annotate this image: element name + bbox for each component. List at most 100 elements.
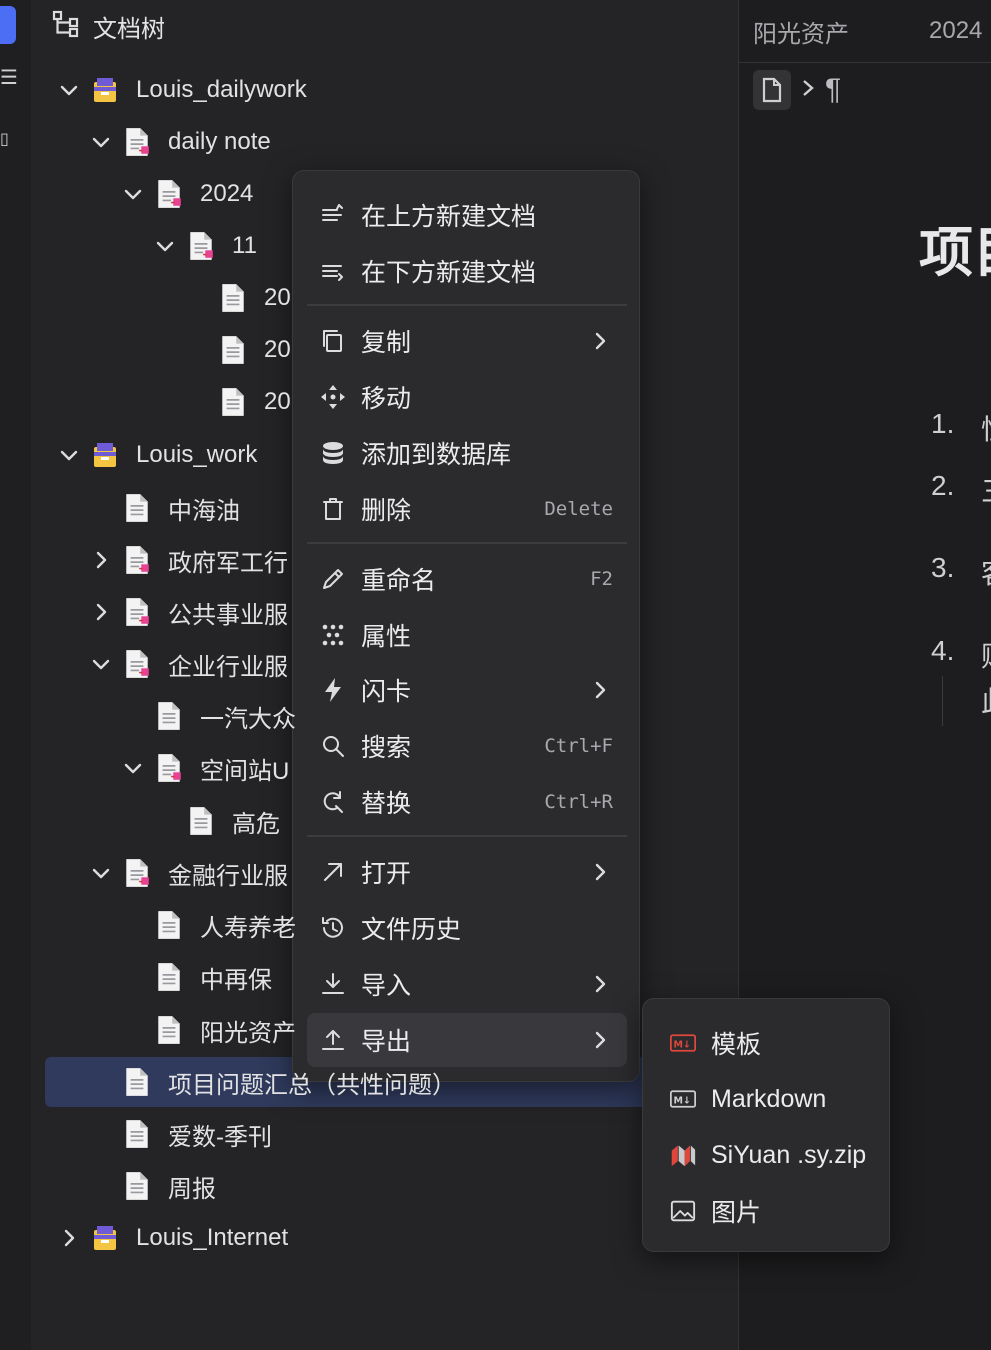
doc-icon[interactable] [218,335,248,365]
export-item-label: 模板 [711,1031,762,1059]
doc-folder-icon[interactable] [122,545,152,575]
tree-row-label: 20 [264,284,291,311]
chevron-right-icon[interactable] [54,1223,84,1253]
menu-item-label: 重命名 [361,567,437,595]
chevron-down-icon[interactable] [86,858,116,888]
menu-item-insert-below[interactable]: 在下方新建文档 [307,244,627,298]
menu-item-export[interactable]: 导出 [307,1013,627,1067]
doc-folder-icon[interactable] [122,649,152,679]
chevron-down-icon[interactable] [54,440,84,470]
doc-folder-icon[interactable] [154,179,184,209]
list-item[interactable]: 4.财 [931,635,991,672]
chevron-right-icon[interactable] [86,597,116,627]
doc-icon[interactable] [218,387,248,417]
menu-item-label: 打开 [361,860,412,888]
menu-item-trash[interactable]: 删除 Delete [307,482,627,536]
export-item-siyuan[interactable]: SiYuan .sy.zip [657,1128,877,1182]
doc-folder-icon[interactable] [122,597,152,627]
menu-item-import[interactable]: 导入 [307,957,627,1011]
menu-item-replace[interactable]: 替换 Ctrl+R [307,775,627,829]
export-item-label: Markdown [711,1084,827,1113]
tree-row-label: 公共事业服 [168,601,288,629]
outline-icon[interactable]: ☰ [0,68,18,88]
menu-item-open[interactable]: 打开 [307,845,627,899]
notebook-icon[interactable] [90,75,120,105]
tree-row[interactable]: 爱数-季刊 [31,1109,731,1159]
menu-item-database[interactable]: 添加到数据库 [307,426,627,480]
list-item-continuation[interactable]: 此 [981,680,991,720]
menu-item-search[interactable]: 搜索 Ctrl+F [307,719,627,773]
doc-icon[interactable] [218,283,248,313]
editor-tab-bar: 阳光资产 2024 [739,0,991,63]
file-icon [762,77,782,103]
chevron-down-icon[interactable] [86,649,116,679]
paragraph-icon[interactable]: ¶ [825,73,841,107]
doc-folder-icon[interactable] [122,127,152,157]
menu-item-attributes[interactable]: 属性 [307,608,627,662]
chevron-down-icon[interactable] [118,179,148,209]
document-title[interactable]: 项目 [919,208,991,287]
doc-icon[interactable] [122,1067,152,1097]
tree-row-label: 金融行业服 [168,862,288,890]
doc-icon[interactable] [154,1015,184,1045]
notebook-icon[interactable] [90,1223,120,1253]
tree-row-label: 20 [264,336,291,363]
breadcrumb-doc-button[interactable] [753,70,791,110]
tree-row-label: 中海油 [168,497,240,525]
export-icon [319,1026,347,1054]
list-item[interactable]: 2.三 [931,470,991,507]
tab-2024[interactable]: 2024 [929,17,982,45]
dock-file-tree-button[interactable] [0,6,16,44]
chevron-down-icon[interactable] [54,75,84,105]
list-item[interactable]: 3.客 [931,552,991,589]
doc-icon[interactable] [122,1171,152,1201]
chevron-down-icon[interactable] [150,231,180,261]
notebook-icon[interactable] [90,440,120,470]
export-item-markdown-template[interactable]: M↓ 模板 [657,1016,877,1070]
doc-tree-title: 文档树 [93,15,165,43]
doc-icon[interactable] [122,1119,152,1149]
tree-row[interactable]: daily note [31,117,731,167]
menu-item-history[interactable]: 文件历史 [307,901,627,955]
menu-item-insert-above[interactable]: 在上方新建文档 [307,188,627,242]
tree-row[interactable]: 周报 [31,1161,731,1211]
menu-item-copy[interactable]: 复制 [307,314,627,368]
doc-icon[interactable] [154,910,184,940]
chevron-down-icon[interactable] [86,127,116,157]
doc-folder-icon[interactable] [154,753,184,783]
tree-row-label: 一汽大众 [200,705,296,733]
chevron-right-icon[interactable] [86,545,116,575]
menu-item-label: 闪卡 [361,678,412,706]
tree-row[interactable]: Louis_Internet [31,1213,731,1263]
doc-icon[interactable] [154,962,184,992]
menu-item-edit[interactable]: 重命名 F2 [307,552,627,606]
list-item[interactable]: 1.性 [931,408,991,445]
bookmark-icon[interactable]: ▯ [0,130,9,150]
chevron-right-icon [589,330,611,352]
menu-item-move[interactable]: 移动 [307,370,627,424]
doc-folder-icon[interactable] [122,858,152,888]
search-icon [319,732,347,760]
tree-row[interactable]: Louis_dailywork [31,65,731,115]
export-submenu: M↓ 模板 M↓ Markdown SiYuan .sy.zip 图片 [642,998,890,1252]
doc-icon[interactable] [186,806,216,836]
move-icon [319,383,347,411]
tree-row-label: Louis_Internet [136,1224,289,1251]
export-item-label: 图片 [711,1199,762,1227]
export-item-image[interactable]: 图片 [657,1184,877,1238]
doc-icon[interactable] [154,701,184,731]
menu-item-flashcard[interactable]: 闪卡 [307,663,627,717]
context-menu: 在上方新建文档 在下方新建文档 复制 移动 添加到数据库 删除 Delete 重命名 F2 属性闪… [292,170,640,1082]
chevron-down-icon[interactable] [118,753,148,783]
tab-yangguang[interactable]: 阳光资产 [753,14,849,49]
doc-folder-icon[interactable] [186,231,216,261]
tree-row-label: 政府军工行 [168,549,288,577]
chevron-right-icon [589,973,611,995]
export-item-markdown[interactable]: M↓ Markdown [657,1072,877,1126]
doc-icon[interactable] [122,493,152,523]
